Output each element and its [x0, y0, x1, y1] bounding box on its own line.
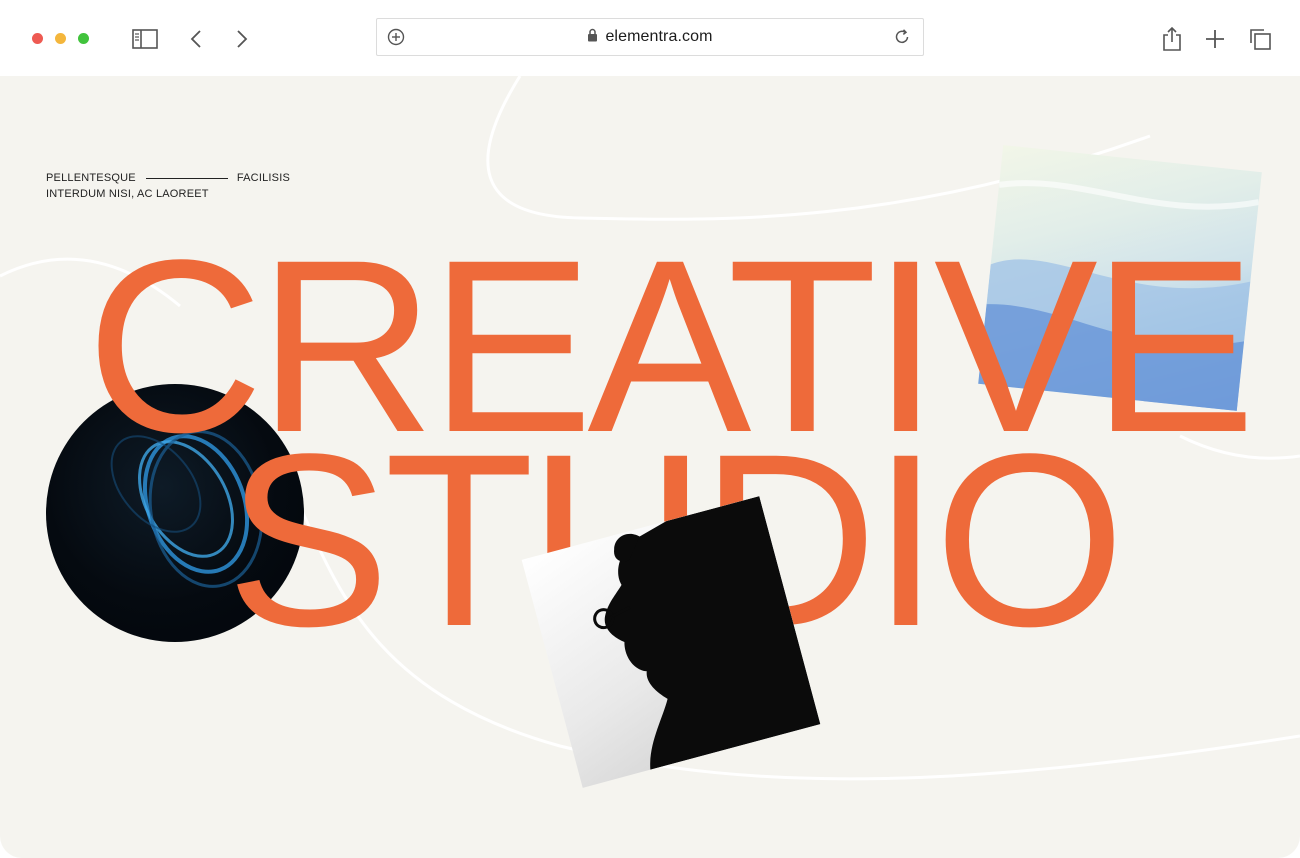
eyebrow-left: PELLENTESQUE [46, 172, 136, 184]
chevron-right-icon[interactable] [227, 24, 257, 54]
eyebrow-right: FACILISIS [236, 172, 290, 184]
lock-icon [587, 28, 598, 47]
address-bar[interactable]: elementra.com [376, 18, 924, 56]
eyebrow-rule [145, 177, 228, 179]
hero-eyebrow: PELLENTESQUE FACILISIS INTERDUM NISI, AC… [46, 170, 290, 202]
url-text[interactable]: elementra.com [605, 28, 712, 45]
page-viewport: PELLENTESQUE FACILISIS INTERDUM NISI, AC… [0, 76, 1300, 858]
zoom-window-button[interactable] [78, 33, 89, 44]
share-icon[interactable] [1157, 24, 1187, 54]
tabs-icon[interactable] [1245, 24, 1275, 54]
plus-icon[interactable] [1200, 24, 1230, 54]
chevron-left-icon[interactable] [181, 24, 211, 54]
eyebrow-subtitle: INTERDUM NISI, AC LAOREET [46, 188, 209, 200]
sidebar-icon[interactable] [130, 24, 160, 54]
close-window-button[interactable] [32, 33, 43, 44]
reload-icon[interactable] [893, 28, 911, 51]
browser-toolbar: elementra.com [0, 0, 1300, 76]
minimize-window-button[interactable] [55, 33, 66, 44]
